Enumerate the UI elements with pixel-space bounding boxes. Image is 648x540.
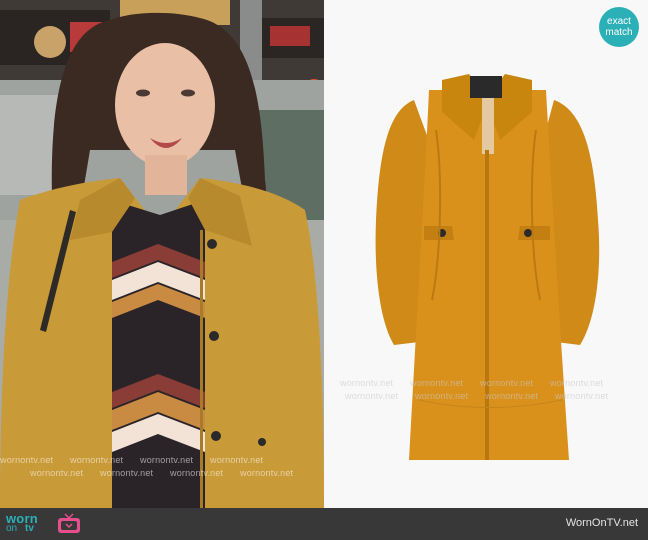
watermark-right-7: wornontv.net — [485, 391, 539, 401]
logo-on: on — [6, 523, 18, 534]
logo-tv: tv — [25, 523, 34, 534]
watermark-right-1: wornontv.net — [340, 378, 394, 388]
footer-bar: worn on tv WornOnTV.net — [0, 508, 648, 540]
watermark-left-6: wornontv.net — [100, 468, 154, 478]
watermark-left-3: wornontv.net — [140, 455, 194, 465]
badge-line-1: exact — [607, 16, 631, 27]
exact-match-badge: exact match — [599, 7, 639, 47]
tv-icon — [58, 513, 80, 533]
watermark-left-1: wornontv.net — [0, 455, 54, 465]
watermark-right-8: wornontv.net — [555, 391, 609, 401]
coat-illustration — [324, 0, 648, 508]
watermark-right-2: wornontv.net — [410, 378, 464, 388]
watermark-left-2: wornontv.net — [70, 455, 124, 465]
site-logo[interactable]: worn on tv — [6, 511, 86, 537]
outfit-page: wornontv.net wornontv.net wornontv.net w… — [0, 0, 648, 540]
watermark-left-8: wornontv.net — [240, 468, 294, 478]
watermark-left-7: wornontv.net — [170, 468, 224, 478]
watermark-right-5: wornontv.net — [345, 391, 399, 401]
watermark-right-4: wornontv.net — [550, 378, 604, 388]
watermark-right-3: wornontv.net — [480, 378, 534, 388]
watermark-left-5: wornontv.net — [30, 468, 84, 478]
scene-photo — [0, 0, 324, 508]
watermark-right-6: wornontv.net — [415, 391, 469, 401]
scene-illustration — [0, 0, 324, 508]
product-photo — [324, 0, 648, 508]
badge-line-2: match — [605, 27, 633, 38]
site-name[interactable]: WornOnTV.net — [566, 517, 638, 529]
watermark-left-4: wornontv.net — [210, 455, 264, 465]
